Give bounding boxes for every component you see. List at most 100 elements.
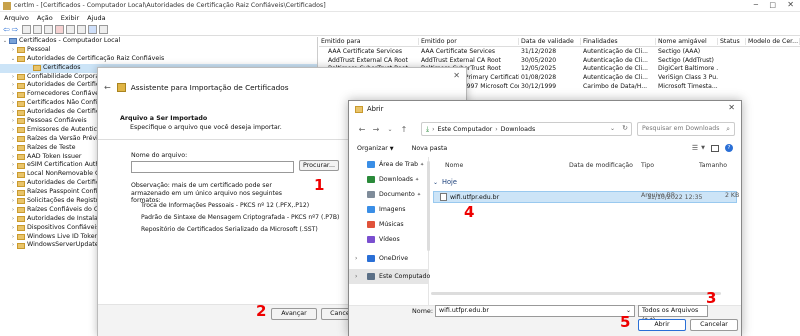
nav-history-icon[interactable]: ⌄ [383,122,397,136]
close-icon[interactable]: ✕ [787,0,794,9]
refresh-icon[interactable] [66,25,76,34]
show-tree-icon[interactable] [33,25,43,34]
view-options-icon[interactable]: ☰ [692,144,698,152]
organize-button[interactable]: Organizar [357,145,388,152]
nav-item[interactable]: Área de Trab ✦ [349,157,428,172]
nav-item[interactable]: › OneDrive [349,251,428,266]
help-icon[interactable] [88,25,98,34]
nav-back-icon[interactable]: ← [355,122,369,136]
search-input[interactable]: Pesquisar em Downloads ⌕ [637,122,735,136]
column-header[interactable]: Finalidades [581,38,656,45]
file-type-filter[interactable]: Todos os Arquivos (*.*) [638,305,708,324]
wizard-header: ← Assistente para Importação de Certific… [104,83,289,92]
nav-up-icon[interactable]: ↑ [397,122,411,136]
help-icon[interactable]: ? [725,144,733,152]
minimize-icon[interactable]: ─ [754,1,758,9]
nav-item[interactable]: Imagens [349,202,428,217]
nav-item[interactable]: › Este Computado [349,269,430,284]
menu-ajuda[interactable]: Ajuda [87,14,105,22]
col-name[interactable]: Nome [445,162,463,169]
toolbar: ⇦ ⇨ [0,24,800,36]
menu-acao[interactable]: Ação [37,14,53,22]
cert-cell: DigiCert Baltimore ... [658,65,718,73]
breadcrumb-computer[interactable]: Este Computador [438,126,493,133]
new-folder-button[interactable]: Nova pasta [412,145,448,152]
column-header[interactable]: Nome amigável [656,38,718,45]
tree-root[interactable]: ⌄ Certificados - Computador Local [0,37,317,46]
address-bar[interactable]: ⤓ › Este Computador › Downloads ⌄ ↻ [421,122,632,136]
copy-icon[interactable] [44,25,54,34]
menu-arquivo[interactable]: Arquivo [4,14,29,22]
title-bar: certlm - [Certificados - Computador Loca… [0,0,800,12]
open-button[interactable]: Abrir [638,319,686,331]
browse-button[interactable]: Procurar... [299,160,339,171]
cert-cell: Autenticação de Cli... [583,56,648,64]
folder-icon [17,91,25,98]
open-cancel-button[interactable]: Cancelar [690,319,738,331]
horizontal-scrollbar[interactable] [431,292,721,295]
cert-cell: 01/08/2028 [521,74,557,82]
nav-forward-icon[interactable]: → [369,122,383,136]
nav-item[interactable]: Vídeos [349,232,428,247]
tree-item-label: Dispositivos Confiáveis [27,223,100,231]
cert-row[interactable]: AAA Certificate Services AAA Certificate … [319,48,800,57]
export-icon[interactable] [77,25,87,34]
column-header[interactable]: Emitido para [319,38,419,45]
nav-item[interactable]: Downloads ✦ [349,172,428,187]
col-date[interactable]: Data de modificação [569,162,633,169]
forward-arrow-icon[interactable]: ⇨ [12,25,19,34]
section-description: Especifique o arquivo que você deseja im… [130,124,282,131]
folder-icon [17,162,25,169]
properties-icon[interactable] [99,25,109,34]
open-title-bar: Abrir [355,105,383,113]
address-dropdown-icon[interactable]: ⌄ [610,125,615,132]
open-close-icon[interactable]: ✕ [728,103,735,112]
column-header[interactable]: Modelo de Cer... [746,38,800,45]
preview-pane-icon[interactable] [711,144,719,152]
file-row-selected[interactable]: wifi.utfpr.edu.br 11/10/2022 12:35 [433,191,737,203]
certificate-icon [116,83,126,92]
col-size[interactable]: Tamanho [699,162,727,169]
nav-scrollbar[interactable] [427,161,430,251]
file-name-label: Nome do arquivo: [131,152,188,159]
folder-icon [17,171,25,178]
next-button[interactable]: Avançar [271,308,317,320]
nav-item-label: Documento [379,191,415,198]
tree-item-label: Certificados [43,63,81,71]
delete-icon[interactable] [55,25,65,34]
folder-icon [17,216,25,223]
file-type: Arquivo BR [641,192,676,199]
tree-item[interactable]: › Pessoal [0,46,317,55]
back-arrow-icon[interactable]: ⇦ [3,25,10,34]
section-title: Arquivo a Ser Importado [120,115,208,122]
folder-icon [17,47,25,54]
col-type[interactable]: Tipo [641,162,654,169]
cert-cell: AAA Certificate Services [328,48,403,55]
group-today[interactable]: ⌄ Hoje [433,178,457,186]
file-name-input[interactable] [131,161,294,173]
filename-input[interactable]: wifi.utfpr.edu.br ⌄ [435,305,635,317]
wizard-back-icon[interactable]: ← [104,83,111,92]
cert-cell: Sectigo (AAA) [658,48,701,55]
maximize-icon[interactable]: □ [769,1,776,9]
column-header[interactable]: Status [718,38,746,45]
refresh-icon[interactable]: ↻ [622,124,628,132]
pin-icon: ✦ [420,161,425,168]
column-header[interactable]: Emitido por [419,38,519,45]
folder-icon [17,82,25,89]
nav-item-icon [367,206,375,213]
pin-icon: ✦ [416,191,422,198]
breadcrumb-downloads[interactable]: Downloads [501,126,536,133]
wizard-close-icon[interactable]: ✕ [453,71,460,80]
column-header[interactable]: Data de validade [519,38,581,45]
folder-up-icon[interactable] [22,25,32,34]
cert-row[interactable]: AddTrust External CA Root AddTrust Extern… [319,57,800,66]
menu-exibir[interactable]: Exibir [61,14,79,22]
tree-item[interactable]: ⌄ Autoridades de Certificação Raiz Confiá… [0,55,317,64]
folder-icon [17,100,25,107]
nav-item-icon [367,176,375,183]
nav-item[interactable]: Músicas [349,217,428,232]
cert-cell: Microsoft Timesta... [658,82,718,90]
format-p7b: Padrão de Sintaxe de Mensagem Criptograf… [141,214,340,221]
nav-item[interactable]: Documento ✦ [349,187,428,202]
